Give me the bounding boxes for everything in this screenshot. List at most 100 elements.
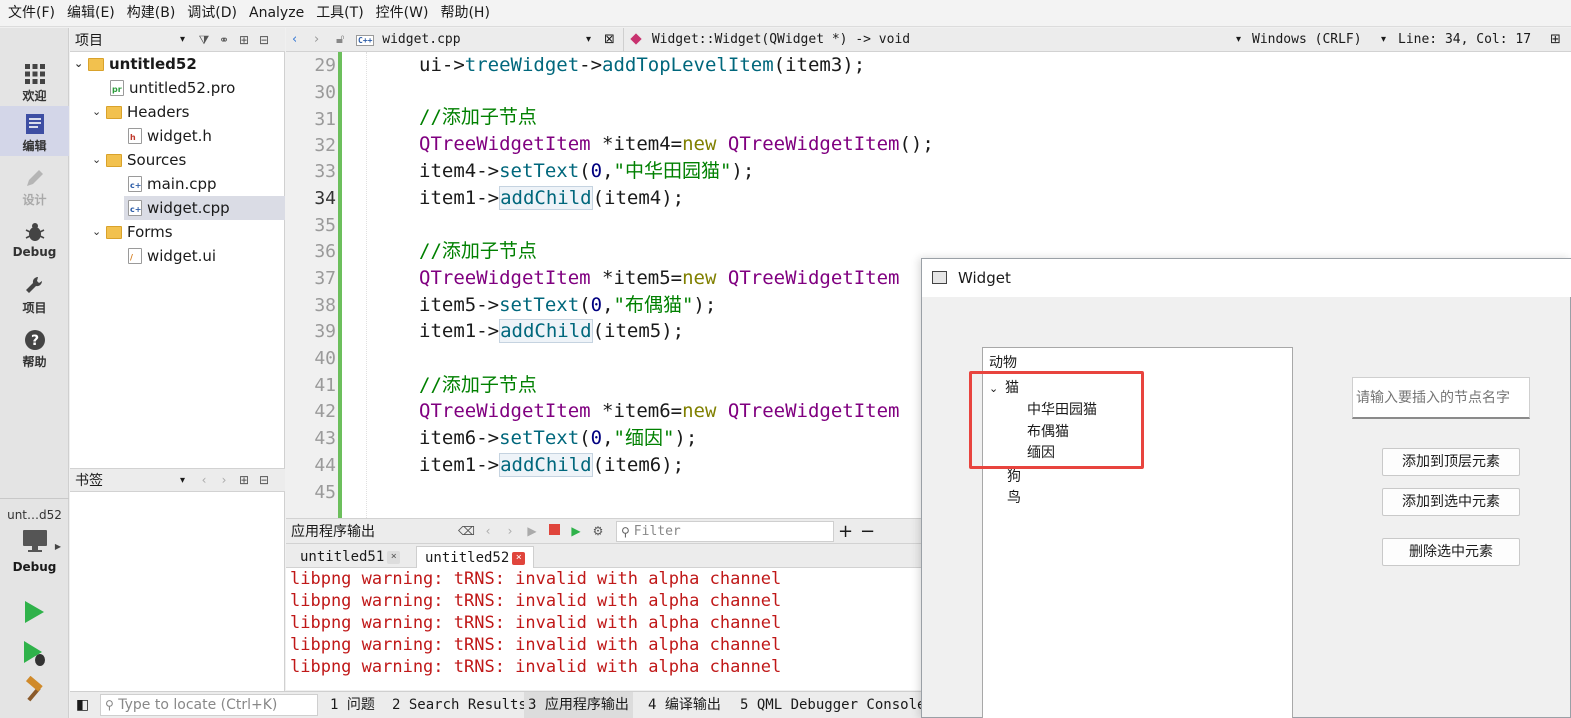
pane-search-results[interactable]: 2 Search Results: [392, 692, 527, 718]
pane-issues[interactable]: 1 问题: [330, 692, 375, 718]
symbol-selector[interactable]: Widget::Widget(QWidget *) -> void: [630, 28, 910, 52]
mode-help[interactable]: ? 帮助: [0, 322, 69, 372]
tree-item-label: main.cpp: [147, 175, 217, 193]
close-file-icon[interactable]: ⊠: [604, 28, 615, 52]
kit-selector[interactable]: ▶ Debug: [0, 526, 69, 584]
back-icon[interactable]: ‹: [196, 469, 212, 491]
log-line: libpng warning: tRNS: invalid with alpha…: [290, 657, 782, 677]
menu-file[interactable]: 文件(F): [2, 0, 61, 27]
line-ending-value: Windows (CRLF): [1252, 32, 1362, 47]
menu-tools[interactable]: 工具(T): [310, 0, 369, 27]
tree-item-sources[interactable]: ⌄ Sources: [92, 148, 186, 172]
nav-forward-icon[interactable]: ›: [314, 28, 319, 52]
project-panel-title: 项目: [75, 32, 103, 49]
close-icon[interactable]: ×: [512, 551, 526, 565]
window-title-bar[interactable]: Widget: [922, 259, 1571, 297]
folder-icon: [106, 105, 122, 119]
stop-icon[interactable]: [546, 519, 562, 543]
locator-input[interactable]: ⚲ Type to locate (Ctrl+K): [100, 694, 318, 716]
output-tab-untitled51[interactable]: untitled51 ×: [292, 546, 408, 568]
status-bar: ◧ ⚲ Type to locate (Ctrl+K) 1 问题 2 Searc…: [70, 691, 930, 718]
debug-run-button[interactable]: [20, 638, 50, 668]
tree-item-forms[interactable]: ⌄ Forms: [92, 220, 173, 244]
prev-icon[interactable]: ‹: [480, 519, 496, 543]
build-button[interactable]: [20, 675, 48, 704]
pane-qml-debugger[interactable]: 5 QML Debugger Console: [740, 692, 925, 718]
add-top-level-button[interactable]: 添加到顶层元素: [1382, 448, 1520, 476]
clear-output-icon[interactable]: ⌫: [458, 519, 475, 543]
menu-edit[interactable]: 编辑(E): [61, 0, 121, 27]
file-dropdown-icon[interactable]: ▾: [586, 28, 591, 52]
tree-item-widget-cpp[interactable]: c+ widget.cpp: [124, 196, 285, 220]
mode-debug-label: Debug: [12, 245, 57, 259]
split-editor-icon[interactable]: ⊞: [1550, 28, 1561, 52]
symbol-dropdown-icon[interactable]: ▾: [1236, 28, 1241, 52]
rerun-icon[interactable]: ▶: [524, 519, 540, 543]
panel-dropdown-icon[interactable]: ▾: [180, 475, 185, 486]
settings-icon[interactable]: ⚙: [590, 519, 606, 543]
tree-item-widget-h[interactable]: h widget.h: [128, 124, 212, 148]
menu-help[interactable]: 帮助(H): [434, 0, 495, 27]
add-to-selected-button[interactable]: 添加到选中元素: [1382, 488, 1520, 516]
tree-item-headers[interactable]: ⌄ Headers: [92, 100, 189, 124]
menu-analyze[interactable]: Analyze: [243, 0, 310, 27]
tree-item-widget-ui[interactable]: / widget.ui: [128, 244, 216, 268]
close-panel-icon[interactable]: ⊟: [256, 469, 272, 491]
toolbar-divider: [623, 28, 624, 52]
line-ending-selector[interactable]: Windows (CRLF): [1252, 28, 1362, 52]
zoom-out-icon[interactable]: −: [860, 521, 875, 542]
output-tabs: untitled51 × untitled52 ×: [286, 544, 926, 568]
mode-edit[interactable]: 编辑: [0, 106, 69, 156]
tree-node-bird[interactable]: 鸟: [1007, 487, 1021, 509]
next-icon[interactable]: ›: [502, 519, 518, 543]
bookmark-list: [70, 492, 285, 691]
mode-projects[interactable]: 项目: [0, 268, 69, 318]
forward-icon[interactable]: ›: [216, 469, 232, 491]
split-icon[interactable]: ⊞: [236, 28, 252, 52]
tree-item-main-cpp[interactable]: c+ main.cpp: [128, 172, 217, 196]
mode-welcome[interactable]: 欢迎: [0, 56, 69, 106]
pane-compile-output[interactable]: 4 编译输出: [648, 692, 721, 718]
output-log[interactable]: libpng warning: tRNS: invalid with alpha…: [286, 568, 926, 690]
link-icon[interactable]: ⚭: [216, 28, 232, 52]
attach-debugger-icon[interactable]: ▶: [568, 519, 584, 543]
filter-icon[interactable]: ⧩: [196, 28, 212, 52]
panel-dropdown-icon[interactable]: ▾: [180, 34, 185, 45]
zoom-in-icon[interactable]: +: [838, 521, 853, 542]
node-name-input[interactable]: [1352, 377, 1530, 419]
delete-selected-button[interactable]: 删除选中元素: [1382, 538, 1520, 566]
filter-placeholder: Filter: [633, 524, 681, 539]
indent-guide: [366, 52, 367, 518]
open-file-selector[interactable]: C++ widget.cpp: [356, 28, 461, 52]
tree-item-project[interactable]: ⌄ untitled52: [74, 52, 197, 76]
tree-item-label: Headers: [127, 103, 190, 121]
close-panel-icon[interactable]: ⊟: [256, 28, 272, 52]
tree-item-label: Sources: [127, 151, 187, 169]
line-number: 33: [314, 161, 336, 182]
run-icon: [25, 601, 44, 623]
close-icon[interactable]: ×: [387, 550, 401, 564]
header-file-icon: h: [128, 128, 142, 144]
kit-arrow-icon: ▶: [54, 542, 61, 551]
log-line: libpng warning: tRNS: invalid with alpha…: [290, 569, 782, 589]
cursor-position[interactable]: Line: 34, Col: 17: [1398, 28, 1531, 52]
mode-bar: 欢迎 编辑 设计 Debug 项目 ? 帮助 unt…d52 ▶ Debug: [0, 28, 69, 718]
line-ending-dropdown-icon[interactable]: ▾: [1381, 28, 1386, 52]
output-tab-untitled52[interactable]: untitled52 ×: [416, 546, 535, 568]
code-comment: //添加子节点: [419, 240, 537, 262]
nav-back-icon[interactable]: ‹: [292, 28, 297, 52]
menu-build[interactable]: 构建(B): [121, 0, 182, 27]
menu-widgets[interactable]: 控件(W): [370, 0, 435, 27]
menu-debug[interactable]: 调试(D): [181, 0, 243, 27]
widget-window[interactable]: Widget 动物 ⌄猫 中华田园猫 布偶猫 缅因 狗 鸟 添加到顶层元素 添加…: [921, 258, 1571, 718]
tree-item-pro-file[interactable]: pr untitled52.pro: [110, 76, 235, 100]
toggle-sidebar-icon[interactable]: ◧: [76, 692, 89, 718]
run-button[interactable]: [20, 598, 48, 626]
output-filter-input[interactable]: ⚲ Filter: [616, 521, 834, 542]
log-line: libpng warning: tRNS: invalid with alpha…: [290, 613, 782, 633]
mode-debug[interactable]: Debug: [0, 214, 69, 264]
pane-app-output[interactable]: 3 应用程序输出: [524, 692, 633, 718]
split-icon[interactable]: ⊞: [236, 469, 252, 491]
mode-design[interactable]: 设计: [0, 160, 69, 210]
tree-node-dog[interactable]: 狗: [1007, 466, 1021, 488]
